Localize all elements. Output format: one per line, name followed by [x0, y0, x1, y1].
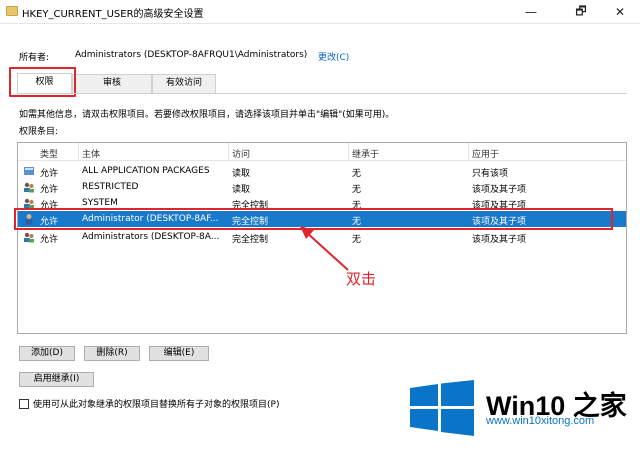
cell-principal: SYSTEM — [82, 198, 118, 208]
cell-inherited: 无 — [352, 169, 362, 179]
cell-type: 允许 — [40, 169, 59, 179]
header-inherited-from[interactable]: 继承于 — [352, 147, 379, 160]
add-button[interactable]: 添加(D) — [19, 346, 75, 361]
package-icon — [24, 167, 34, 175]
folder-icon — [6, 6, 18, 16]
header-type[interactable]: 类型 — [40, 147, 58, 160]
cell-principal: ALL APPLICATION PACKAGES — [82, 166, 210, 176]
header-access[interactable]: 访问 — [232, 147, 250, 160]
enable-inheritance-button[interactable]: 启用继承(I) — [19, 372, 94, 387]
cell-principal: RESTRICTED — [82, 182, 139, 192]
cell-access: 读取 — [232, 185, 251, 195]
close-button[interactable]: ✕ — [600, 0, 640, 24]
cell-type: 允许 — [40, 185, 59, 195]
header-applies-to[interactable]: 应用于 — [472, 147, 499, 160]
tab-effective-access[interactable]: 有效访问 — [152, 74, 216, 93]
edit-button[interactable]: 编辑(E) — [149, 346, 209, 361]
group-icon — [24, 182, 34, 193]
remove-button[interactable]: 删除(R) — [84, 346, 140, 361]
tab-divider — [17, 93, 627, 94]
cell-access: 完全控制 — [232, 235, 269, 245]
cell-principal: Administrators (DESKTOP-8A... — [82, 232, 220, 242]
replace-child-permissions-checkbox[interactable] — [19, 399, 29, 409]
header-separator — [78, 143, 79, 161]
change-owner-link[interactable]: 更改(C) — [318, 50, 349, 63]
cell-access: 读取 — [232, 169, 251, 179]
header-separator — [468, 143, 469, 161]
replace-child-permissions-label: 使用可从此对象继承的权限项目替换所有子对象的权限项目(P) — [33, 400, 280, 410]
window-title: HKEY_CURRENT_USER的高级安全设置 — [22, 9, 204, 20]
owner-value: Administrators (DESKTOP-8AFRQU1\Administ… — [75, 50, 308, 60]
table-row[interactable]: 允许 ALL APPLICATION PACKAGES 读取 无 只有该项 — [18, 163, 626, 179]
title-bar: HKEY_CURRENT_USER的高级安全设置 — 🗗 ✕ — [0, 0, 640, 24]
group-icon — [24, 232, 34, 243]
table-row[interactable]: 允许 RESTRICTED 读取 无 该项及其子项 — [18, 179, 626, 195]
owner-label: 所有者: — [19, 53, 50, 63]
cell-applies: 只有该项 — [472, 169, 509, 179]
restore-button[interactable]: 🗗 — [558, 0, 604, 24]
cell-type: 允许 — [40, 235, 59, 245]
minimize-button[interactable]: — — [508, 0, 554, 24]
cell-applies: 该项及其子项 — [472, 235, 527, 245]
annotation-text: 双击 — [346, 270, 377, 288]
tab-auditing[interactable]: 审核 — [72, 74, 152, 93]
windows-logo-icon — [410, 380, 474, 436]
info-text: 如需其他信息，请双击权限项目。若要修改权限项目，请选择该项目并单击"编辑"(如果… — [19, 110, 395, 120]
cell-applies: 该项及其子项 — [472, 185, 527, 195]
cell-inherited: 无 — [352, 185, 362, 195]
header-separator — [228, 143, 229, 161]
header-principal[interactable]: 主体 — [82, 147, 100, 160]
header-separator — [348, 143, 349, 161]
permission-entries-label: 权限条目: — [19, 127, 59, 137]
list-header: 类型 主体 访问 继承于 应用于 — [18, 143, 626, 161]
replace-child-permissions-option[interactable]: 使用可从此对象继承的权限项目替换所有子对象的权限项目(P) — [19, 397, 279, 410]
watermark-url: www.win10xitong.com — [486, 415, 595, 427]
